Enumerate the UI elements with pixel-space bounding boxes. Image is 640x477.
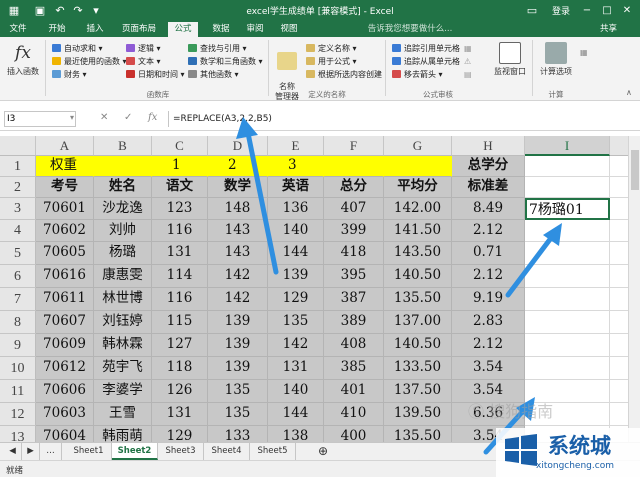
watermark-url: xitongcheng.com <box>536 461 614 471</box>
faint-watermark: Ⓢ 搜狗指南 <box>468 402 554 421</box>
watermark-brand: 系统城 <box>548 434 611 458</box>
windows-logo-icon <box>505 434 537 466</box>
arrow-to-result <box>505 223 562 298</box>
watermark: 系统城 xitongcheng.com <box>496 428 640 477</box>
arrow-to-formula <box>236 117 279 275</box>
